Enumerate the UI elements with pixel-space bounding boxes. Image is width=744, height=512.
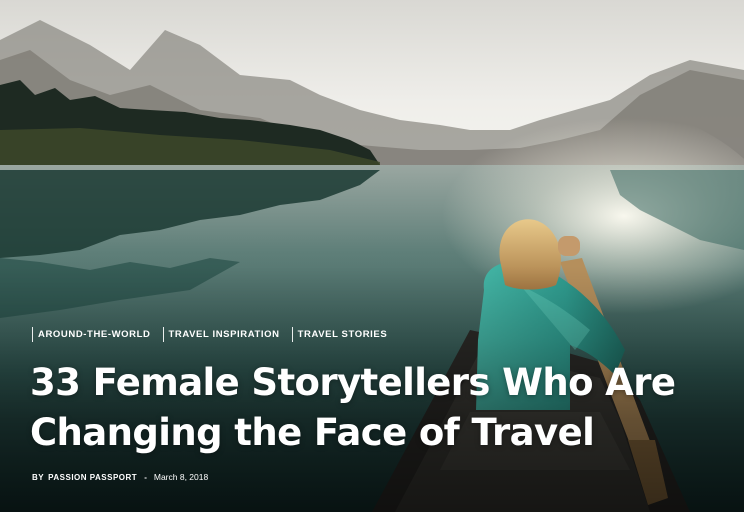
publish-date: March 8, 2018 <box>153 472 209 482</box>
article-hero: AROUND-THE-WORLD TRAVEL INSPIRATION TRAV… <box>0 0 744 512</box>
category-tag-around-the-world[interactable]: AROUND-THE-WORLD <box>32 327 151 342</box>
article-byline: BY PASSION PASSPORT - March 8, 2018 <box>32 472 208 482</box>
article-title-line-2: Changing the Face of Travel <box>30 411 595 454</box>
byline-prefix: BY <box>32 472 45 482</box>
article-title-line-1: 33 Female Storytellers Who Are <box>30 361 676 404</box>
author-link[interactable]: PASSION PASSPORT <box>48 473 137 482</box>
article-title: 33 Female Storytellers Who Are Changing … <box>30 358 730 458</box>
byline-separator: - <box>144 472 147 482</box>
category-tag-travel-inspiration[interactable]: TRAVEL INSPIRATION <box>162 327 280 342</box>
category-tags: AROUND-THE-WORLD TRAVEL INSPIRATION TRAV… <box>32 327 387 342</box>
category-tag-travel-stories[interactable]: TRAVEL STORIES <box>291 327 388 342</box>
